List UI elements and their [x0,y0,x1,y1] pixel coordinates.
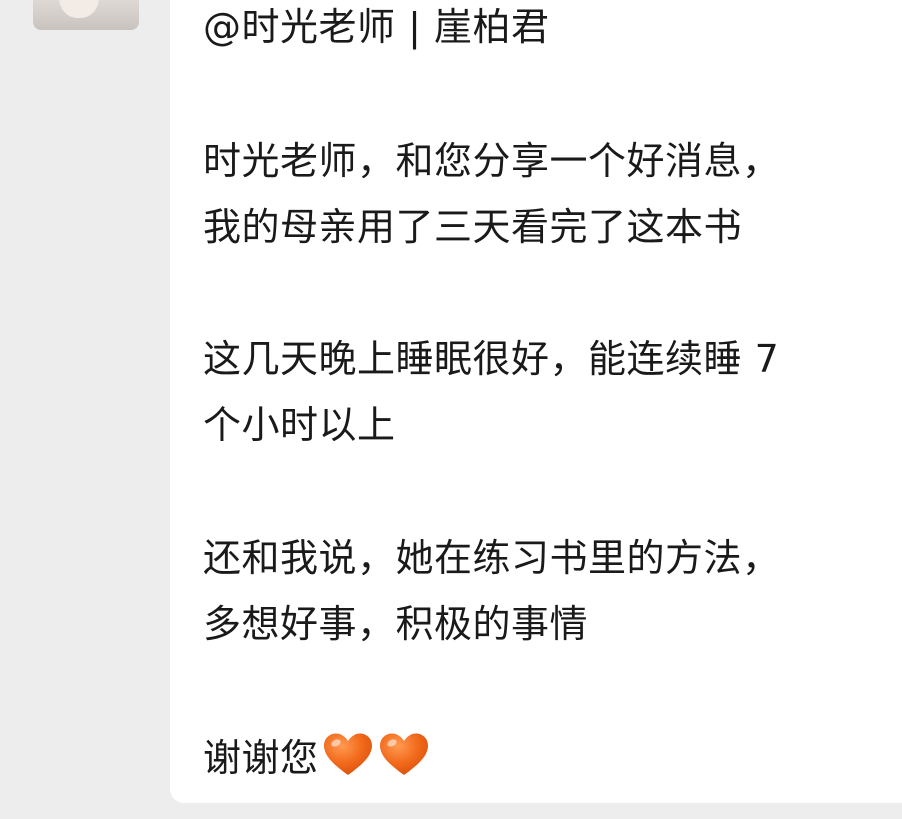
message-line: 我的母亲用了三天看完了这本书 [203,205,743,249]
emoji-group [322,732,434,788]
avatar[interactable] [33,0,139,30]
avatar-face [59,0,99,18]
message-line: 这几天晚上睡眠很好，能连续睡 7 [203,337,780,381]
message-line: 个小时以上 [203,403,396,447]
closing-line: 谢谢您 [203,732,434,788]
orange-heart-icon [379,733,428,775]
message-line: 时光老师，和您分享一个好消息， [203,139,781,183]
message-line: 还和我说，她在练习书里的方法， [203,536,781,580]
chat-screen: @时光老师 | 崖柏君 时光老师，和您分享一个好消息， 我的母亲用了三天看完了这… [0,0,902,819]
message-line: 多想好事，积极的事情 [203,602,589,646]
mention-line: @时光老师 | 崖柏君 [203,5,550,49]
closing-text: 谢谢您 [203,736,319,780]
orange-heart-icon [323,733,372,775]
